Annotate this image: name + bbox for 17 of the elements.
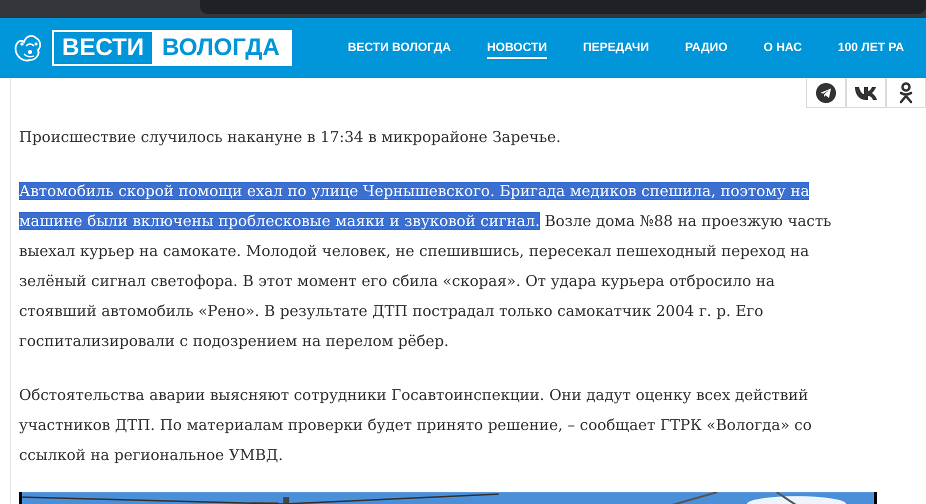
nav-link[interactable]: РАДИО: [684, 37, 728, 59]
nav-link[interactable]: О НАС: [764, 37, 802, 59]
share-button[interactable]: [886, 78, 926, 108]
article-paragraph: Автомобиль скорой помощи ехал по улице Чернышевского. Бригада медиков спешила, поэтому на машине были включены проблесковые маяки и звуковой сигнал. Возле дома №88 на проезжую часть выехал курьер на самокате. Молодой человек, не спешившись, пересекал пешеходный переход на зелёный сигнал светофора. В этот момент его сбила «скорая». От удара курьера отбросило на стоявший автомобиль «Рено». В результате ДТП пострадал только самокатчик 2004 г. р. Его госпитализировали с подозрением на перелом рёбер.: [19, 181, 832, 352]
logo-text: ВОЛОГДА: [160, 33, 281, 63]
person-icon: [899, 82, 913, 104]
vk-icon: [854, 86, 878, 100]
nav-link[interactable]: НОВОСТИ: [486, 37, 547, 59]
logo-text: ВЕСТИ: [54, 32, 152, 64]
share-button[interactable]: [846, 78, 886, 108]
nav-link[interactable]: ВЕСТИ ВОЛОГДА: [348, 37, 451, 59]
nav-link[interactable]: ПЕРЕДАЧИ: [582, 37, 649, 59]
article-paragraph: Происшествие случилось накануне в 17:34 в микрорайоне Заречье.: [19, 127, 562, 148]
article-paragraph: Обстоятельства аварии выясняют сотрудники Госавтоинспекции. Они дадут оценку всех действий участников ДТП. По материалам проверки будет принято решение, – сообщает ГТРК «Вологда» со ссылкой на региональное УМВД.: [19, 385, 813, 466]
nav-link[interactable]: 100 ЛЕТ РА: [838, 37, 904, 59]
share-button[interactable]: [806, 78, 846, 108]
paper-plane-icon: [816, 82, 836, 102]
